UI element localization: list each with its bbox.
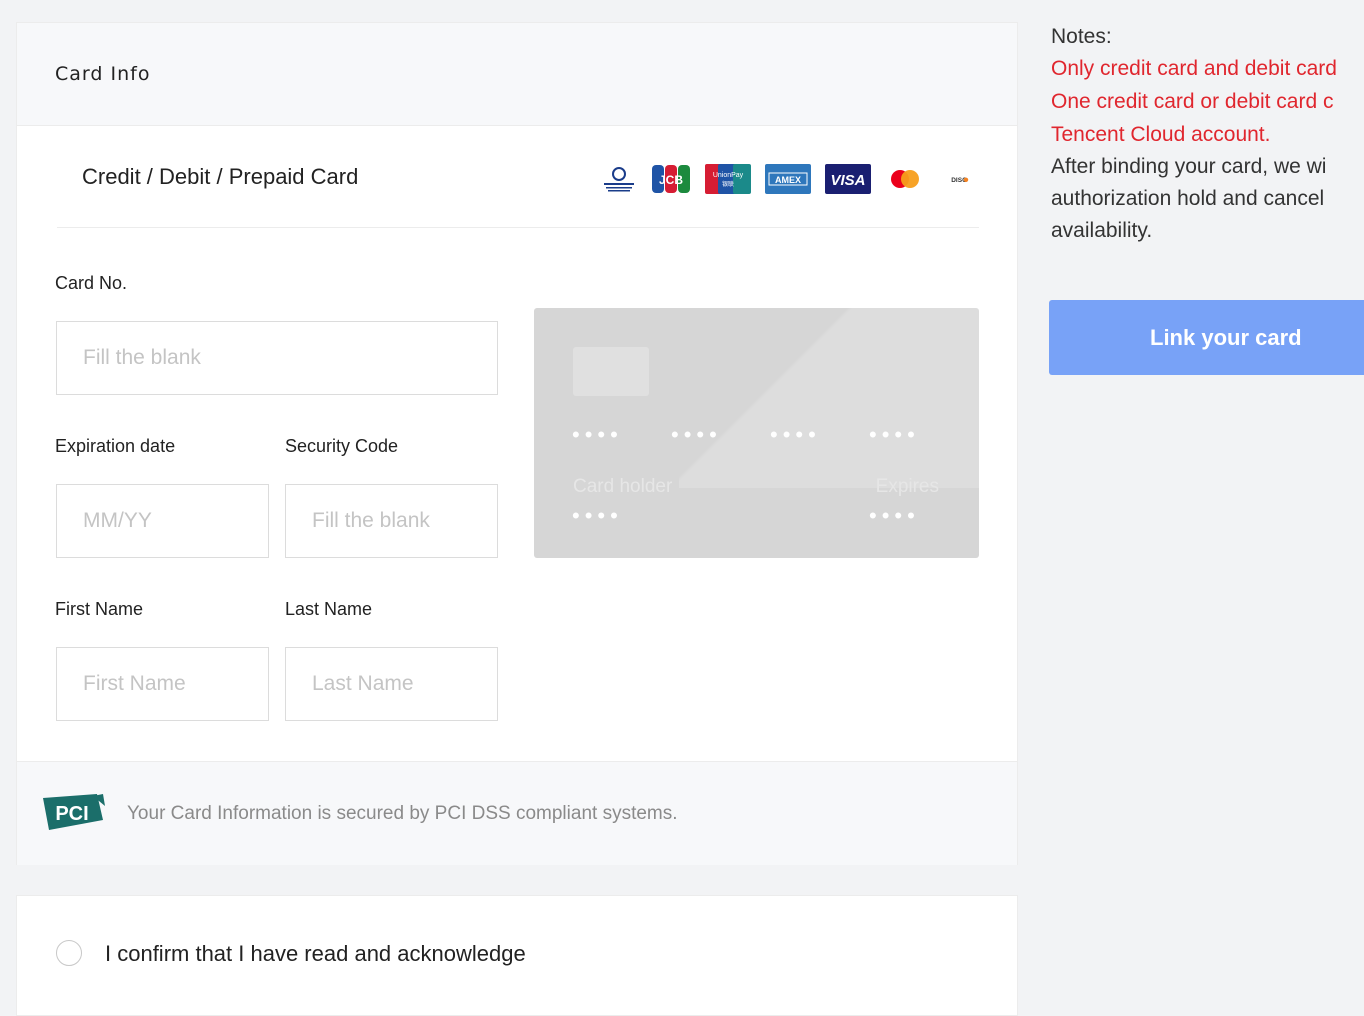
confirm-text: I confirm that I have read and acknowled… <box>105 941 526 966</box>
confirm-panel: I confirm that I have read and acknowled… <box>16 895 1018 1016</box>
notes-title: Notes: <box>1051 25 1112 48</box>
note-line: availability. <box>1051 219 1153 242</box>
mastercard-icon <box>891 170 919 188</box>
payment-page: Card Info Credit / Debit / Prepaid Card … <box>0 0 1364 1016</box>
card-info-panel: Card Info Credit / Debit / Prepaid Card … <box>16 22 1018 865</box>
card-number-group: •••• <box>671 422 722 447</box>
card-sheen <box>679 308 979 488</box>
card-brand-logos: JCB UnionPay 银联 AMEX VISA DISC <box>601 163 979 195</box>
last-name-input[interactable] <box>285 647 498 721</box>
pci-logo-icon: PCI <box>43 793 105 830</box>
payment-method-label: Credit / Debit / Prepaid Card <box>82 164 359 189</box>
svg-text:UnionPay: UnionPay <box>713 172 744 179</box>
jcb-icon: JCB <box>652 165 690 193</box>
pci-security-row: PCI Your Card Information is secured by … <box>17 761 1017 865</box>
expires-label: Expires <box>875 476 939 497</box>
note-line: One credit card or debit card c <box>1051 90 1334 113</box>
card-no-input[interactable] <box>56 321 498 395</box>
expires-value: •••• <box>869 503 920 528</box>
note-line: Only credit card and debit card <box>1051 57 1337 80</box>
note-line: Tencent Cloud account. <box>1051 123 1271 146</box>
last-name-label: Last Name <box>285 599 373 619</box>
amex-icon: AMEX <box>765 164 811 194</box>
card-info-title: Card Info <box>55 63 151 85</box>
security-code-label: Security Code <box>285 436 399 456</box>
card-chip-icon <box>573 347 649 396</box>
payment-method-row[interactable]: Credit / Debit / Prepaid Card JCB UnionP… <box>57 127 979 228</box>
note-line: authorization hold and cancel <box>1051 187 1325 210</box>
expiration-date-input[interactable] <box>56 484 269 558</box>
svg-text:AMEX: AMEX <box>775 175 801 185</box>
card-number-group: •••• <box>572 422 623 447</box>
card-preview: •••• •••• •••• •••• Card holder Expires … <box>534 308 979 558</box>
card-info-header: Card Info <box>17 23 1017 126</box>
notes-panel: Notes: Only credit card and debit card O… <box>1051 22 1364 247</box>
link-card-button[interactable]: Link your card <box>1049 300 1364 375</box>
card-number-group: •••• <box>770 422 821 447</box>
visa-icon: VISA <box>825 164 871 194</box>
note-line: After binding your card, we wi <box>1051 155 1327 178</box>
card-holder-label: Card holder <box>573 476 673 497</box>
first-name-input[interactable] <box>56 647 269 721</box>
card-no-label: Card No. <box>55 273 128 293</box>
svg-text:银联: 银联 <box>722 180 734 188</box>
expiration-date-label: Expiration date <box>55 436 176 456</box>
svg-text:PCI: PCI <box>55 803 88 825</box>
security-code-input[interactable] <box>285 484 498 558</box>
unionpay-icon: UnionPay 银联 <box>705 164 751 194</box>
pci-security-text: Your Card Information is secured by PCI … <box>127 802 678 824</box>
first-name-label: First Name <box>55 599 144 619</box>
diners-club-icon <box>604 167 634 192</box>
svg-text:VISA: VISA <box>830 172 865 189</box>
card-number-group: •••• <box>869 422 920 447</box>
discover-icon: DISC <box>951 177 969 184</box>
card-holder-value: •••• <box>572 503 623 528</box>
svg-text:JCB: JCB <box>659 173 683 187</box>
confirm-radio[interactable] <box>56 940 82 966</box>
